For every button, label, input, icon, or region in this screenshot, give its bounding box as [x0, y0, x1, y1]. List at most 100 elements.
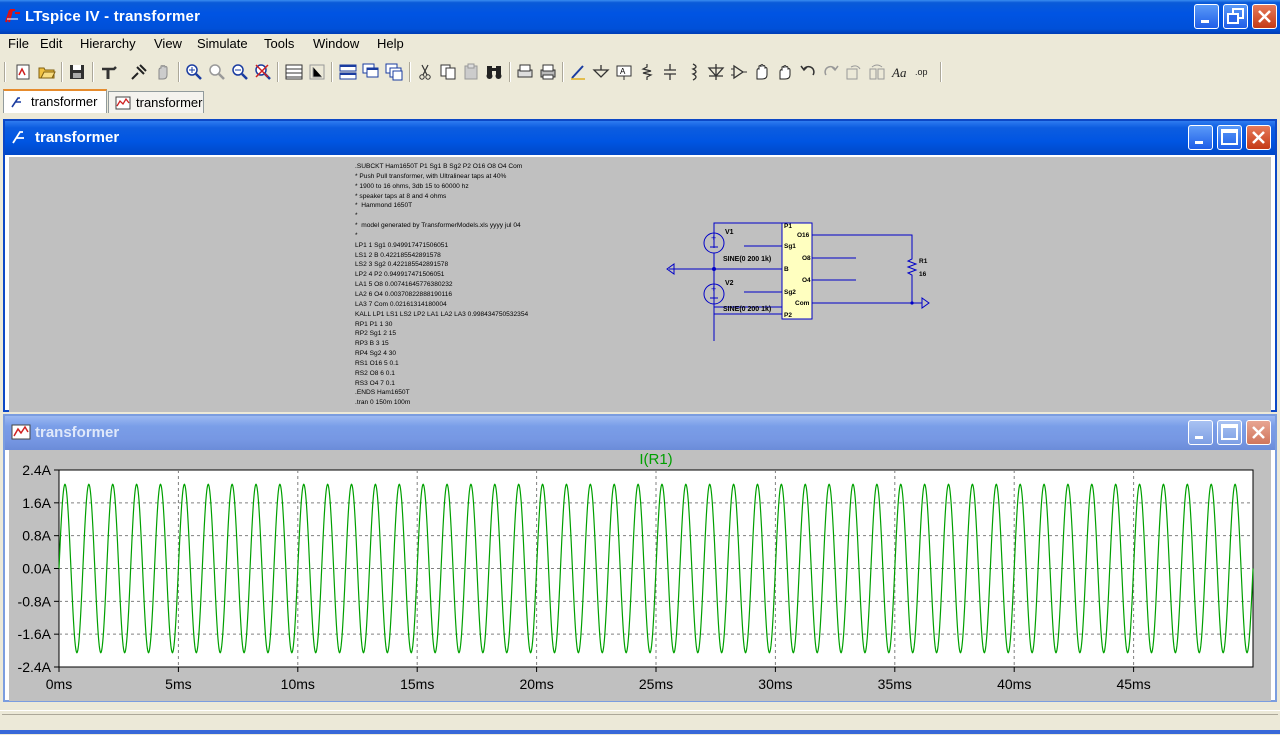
close-button[interactable] [1252, 4, 1277, 29]
zoom-cancel-icon[interactable] [254, 63, 272, 81]
pin-o8: O8 [802, 255, 811, 262]
menu-edit[interactable]: Edit [40, 36, 62, 51]
open-icon[interactable] [38, 63, 56, 81]
schematic-close-button[interactable] [1246, 125, 1271, 150]
x-tick-label: 40ms [997, 676, 1031, 692]
waveform-window: transformer 2.4A 1.6A 0.8A 0.0A -0.8A -1.6A -2… [3, 414, 1277, 702]
ground-icon[interactable] [592, 63, 610, 81]
menu-bar: File Edit Hierarchy View Simulate Tools … [0, 34, 1280, 56]
document-tab-bar: transformer transformer [0, 88, 1280, 115]
run-icon[interactable] [130, 63, 148, 81]
wire [713, 313, 782, 323]
pin-o16: O16 [797, 232, 810, 239]
inductor-icon[interactable] [684, 63, 702, 81]
zoom-pan-icon[interactable] [208, 63, 226, 81]
capacitor-icon[interactable] [661, 63, 679, 81]
svg-text:+: + [711, 233, 716, 243]
svg-text:Aa: Aa [891, 65, 907, 80]
menu-view[interactable]: View [154, 36, 182, 51]
waveform-minimize-button[interactable] [1188, 420, 1213, 445]
mirror-icon[interactable] [868, 63, 886, 81]
x-tick-label: 0ms [46, 676, 72, 692]
x-tick-label: 5ms [165, 676, 191, 692]
pin-p2: P2 [784, 312, 792, 319]
component-icon[interactable] [730, 63, 748, 81]
wire [812, 234, 913, 256]
find-icon[interactable] [485, 63, 503, 81]
rotate-icon[interactable] [845, 63, 863, 81]
tile-icon[interactable] [385, 63, 403, 81]
tab-waveform[interactable]: transformer [108, 91, 204, 113]
v1-label: V1 [725, 229, 734, 236]
pin-b: B [784, 266, 789, 273]
schematic-window-title-bar: transformer [5, 121, 1275, 155]
copy-icon[interactable] [439, 63, 457, 81]
menu-help[interactable]: Help [377, 36, 404, 51]
axis-icon[interactable] [308, 63, 326, 81]
schematic-canvas[interactable]: .SUBCKT Ham1650T P1 Sg1 B Sg2 P2 O16 O8 … [9, 157, 1271, 412]
tab-schematic[interactable]: transformer [3, 89, 107, 113]
minimize-button[interactable] [1194, 4, 1219, 29]
app-title-bar: LTspice IV - transformer [0, 0, 1280, 34]
waveform-close-button[interactable] [1246, 420, 1271, 445]
menu-hierarchy[interactable]: Hierarchy [80, 36, 136, 51]
v1-value: SINE(0 200 1k) [723, 256, 771, 263]
x-tick-label: 25ms [639, 676, 673, 692]
zoom-in-icon[interactable] [185, 63, 203, 81]
menu-simulate[interactable]: Simulate [197, 36, 248, 51]
undo-icon[interactable] [799, 63, 817, 81]
print-icon[interactable] [539, 63, 557, 81]
v2-label: V2 [725, 280, 734, 287]
paste-icon[interactable] [462, 63, 480, 81]
new-schematic-icon[interactable] [14, 63, 32, 81]
toolbar-separator [562, 62, 564, 82]
print-preview-icon[interactable] [516, 63, 534, 81]
spice-directive-icon[interactable]: .op [914, 63, 932, 81]
menu-tools[interactable]: Tools [264, 36, 294, 51]
move-icon[interactable] [753, 63, 771, 81]
pin-p1: P1 [784, 223, 792, 230]
schematic-icon [12, 131, 24, 144]
x-tick-label: 35ms [878, 676, 912, 692]
toolbar-separator [92, 62, 94, 82]
tile-horizontal-icon[interactable] [339, 63, 357, 81]
x-tick-label: 15ms [400, 676, 434, 692]
restore-button[interactable] [1223, 4, 1248, 29]
waveform-maximize-button[interactable] [1217, 420, 1242, 445]
save-icon[interactable] [68, 63, 86, 81]
waveform-plot-area[interactable]: 2.4A 1.6A 0.8A 0.0A -0.8A -1.6A -2.4A 0ms 5ms 10m… [9, 450, 1271, 701]
svg-text:+: + [711, 284, 716, 294]
minimize-icon [1195, 436, 1203, 439]
control-panel-icon[interactable] [100, 63, 118, 81]
menu-window[interactable]: Window [313, 36, 359, 51]
svg-text:A: A [620, 67, 626, 76]
schematic-minimize-button[interactable] [1188, 125, 1213, 150]
ltspice-logo-icon [5, 9, 20, 23]
schematic-maximize-button[interactable] [1217, 125, 1242, 150]
wire-icon[interactable] [569, 63, 587, 81]
cut-icon[interactable] [416, 63, 434, 81]
drag-icon[interactable] [776, 63, 794, 81]
zoom-out-icon[interactable] [231, 63, 249, 81]
r1-value: 16 [919, 271, 927, 278]
cascade-icon[interactable] [362, 63, 380, 81]
y-tick-label: 0.8A [22, 528, 51, 544]
x-tick-label: 10ms [281, 676, 315, 692]
schematic-icon [11, 97, 21, 108]
menu-file[interactable]: File [8, 36, 29, 51]
halt-icon[interactable] [154, 63, 172, 81]
toolbar-separator [61, 62, 63, 82]
net-label-arrow [921, 297, 930, 309]
close-icon [1252, 426, 1265, 439]
redo-icon[interactable] [822, 63, 840, 81]
waveform-icon [11, 424, 31, 440]
pin-o4: O4 [802, 277, 811, 284]
autorange-icon[interactable] [285, 63, 303, 81]
pin-sg2: Sg2 [784, 289, 796, 296]
y-tick-label: -2.4A [18, 659, 52, 675]
text-icon[interactable]: Aa [891, 63, 909, 81]
label-net-icon[interactable]: A [615, 63, 633, 81]
diode-icon[interactable] [707, 63, 725, 81]
resistor-icon[interactable] [638, 63, 656, 81]
x-tick-label: 30ms [758, 676, 792, 692]
